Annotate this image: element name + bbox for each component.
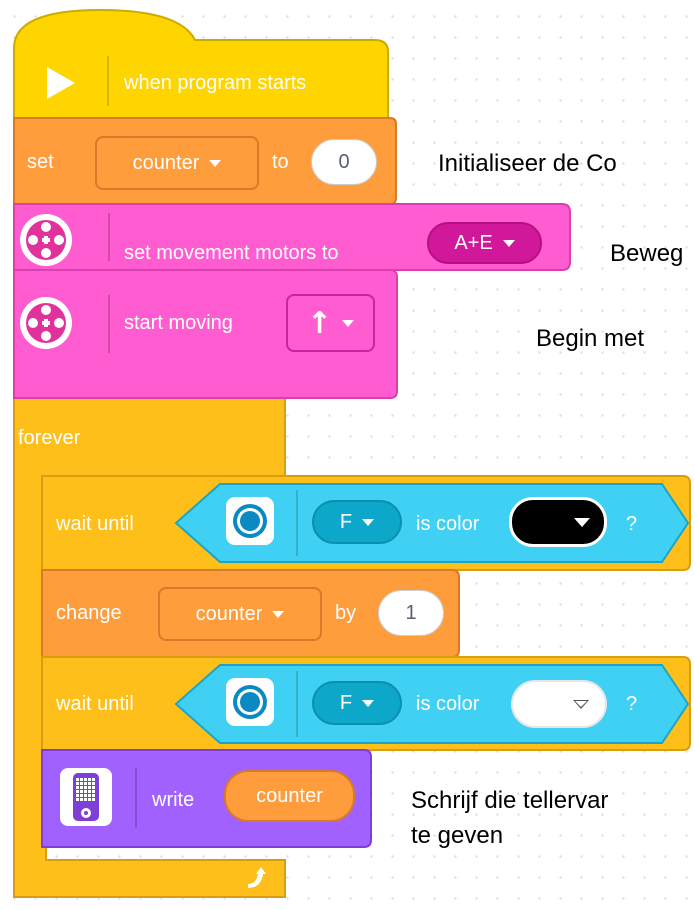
port-dropdown-1[interactable]: F — [312, 500, 402, 544]
write-keyword: write — [152, 789, 195, 811]
dropdown-caret-outline-icon — [573, 699, 589, 709]
is-color-2-label: is color — [416, 693, 480, 715]
dropdown-caret-icon — [502, 239, 515, 247]
color-sensor-icon — [226, 497, 274, 545]
dropdown-caret-icon — [362, 699, 375, 707]
set-value-input[interactable]: 0 — [311, 139, 377, 185]
question-2-label: ? — [626, 693, 638, 715]
change-value-text: 1 — [405, 601, 417, 624]
change-value-input[interactable]: 1 — [378, 590, 444, 636]
question-1-label: ? — [626, 513, 638, 535]
annotation-set: Initialiseer de Co — [438, 150, 617, 177]
motor-ports-dropdown[interactable]: A+E — [427, 222, 542, 264]
hat-block-label: when program starts — [124, 72, 307, 94]
motor-icon — [20, 214, 72, 266]
annotation-start: Begin met — [536, 325, 645, 352]
port-dropdown-2[interactable]: F — [312, 681, 402, 725]
change-variable-dropdown[interactable]: counter — [158, 587, 322, 641]
hat-block-shape[interactable] — [13, 8, 389, 119]
arrow-up-icon: ↑ — [306, 305, 333, 341]
motor-ports-label: A+E — [454, 231, 493, 254]
hub-display-icon[interactable] — [60, 768, 112, 826]
color-sensor-icon — [226, 678, 274, 726]
port-1-label: F — [339, 510, 353, 533]
start-block-label: start moving — [124, 312, 233, 334]
write-divider — [135, 768, 137, 828]
sensor-divider-2 — [296, 671, 298, 737]
start-divider — [108, 295, 110, 353]
dropdown-caret-icon — [272, 610, 285, 618]
wait-until-1-label: wait until — [56, 513, 134, 535]
to-keyword: to — [272, 151, 289, 173]
dropdown-caret-icon — [342, 319, 355, 327]
loop-arrow-icon — [248, 867, 266, 888]
direction-dropdown[interactable]: ↑ — [286, 294, 375, 352]
port-2-label: F — [339, 691, 353, 714]
forever-label: forever — [18, 427, 81, 449]
counter-variable-dropdown[interactable]: counter — [95, 136, 259, 190]
annotation-write-line2: te geven — [411, 822, 504, 849]
dropdown-caret-icon — [362, 518, 375, 526]
set-keyword: set — [27, 151, 54, 173]
write-value-reporter[interactable]: counter — [224, 770, 355, 822]
wait-until-2-label: wait until — [56, 693, 134, 715]
change-variable-label: counter — [195, 602, 263, 625]
motor-icon — [20, 297, 72, 349]
color-picker-black[interactable] — [509, 497, 607, 547]
set-value-text: 0 — [338, 150, 350, 173]
dropdown-caret-icon — [209, 159, 222, 167]
by-keyword: by — [335, 602, 357, 624]
annotation-write-line1: Schrijf die tellervar — [411, 787, 609, 814]
write-value-label: counter — [256, 784, 323, 807]
dropdown-caret-icon — [574, 517, 590, 527]
movement-divider — [108, 213, 110, 261]
sensor-divider-1 — [296, 490, 298, 556]
change-keyword: change — [56, 602, 122, 624]
is-color-1-label: is color — [416, 513, 480, 535]
color-picker-white[interactable] — [511, 680, 607, 728]
movement-block-label: set movement motors to — [124, 242, 339, 264]
annotation-movement: Beweg — [610, 240, 684, 267]
counter-variable-label: counter — [132, 151, 200, 174]
play-icon[interactable] — [47, 67, 75, 99]
hat-divider — [107, 56, 109, 106]
